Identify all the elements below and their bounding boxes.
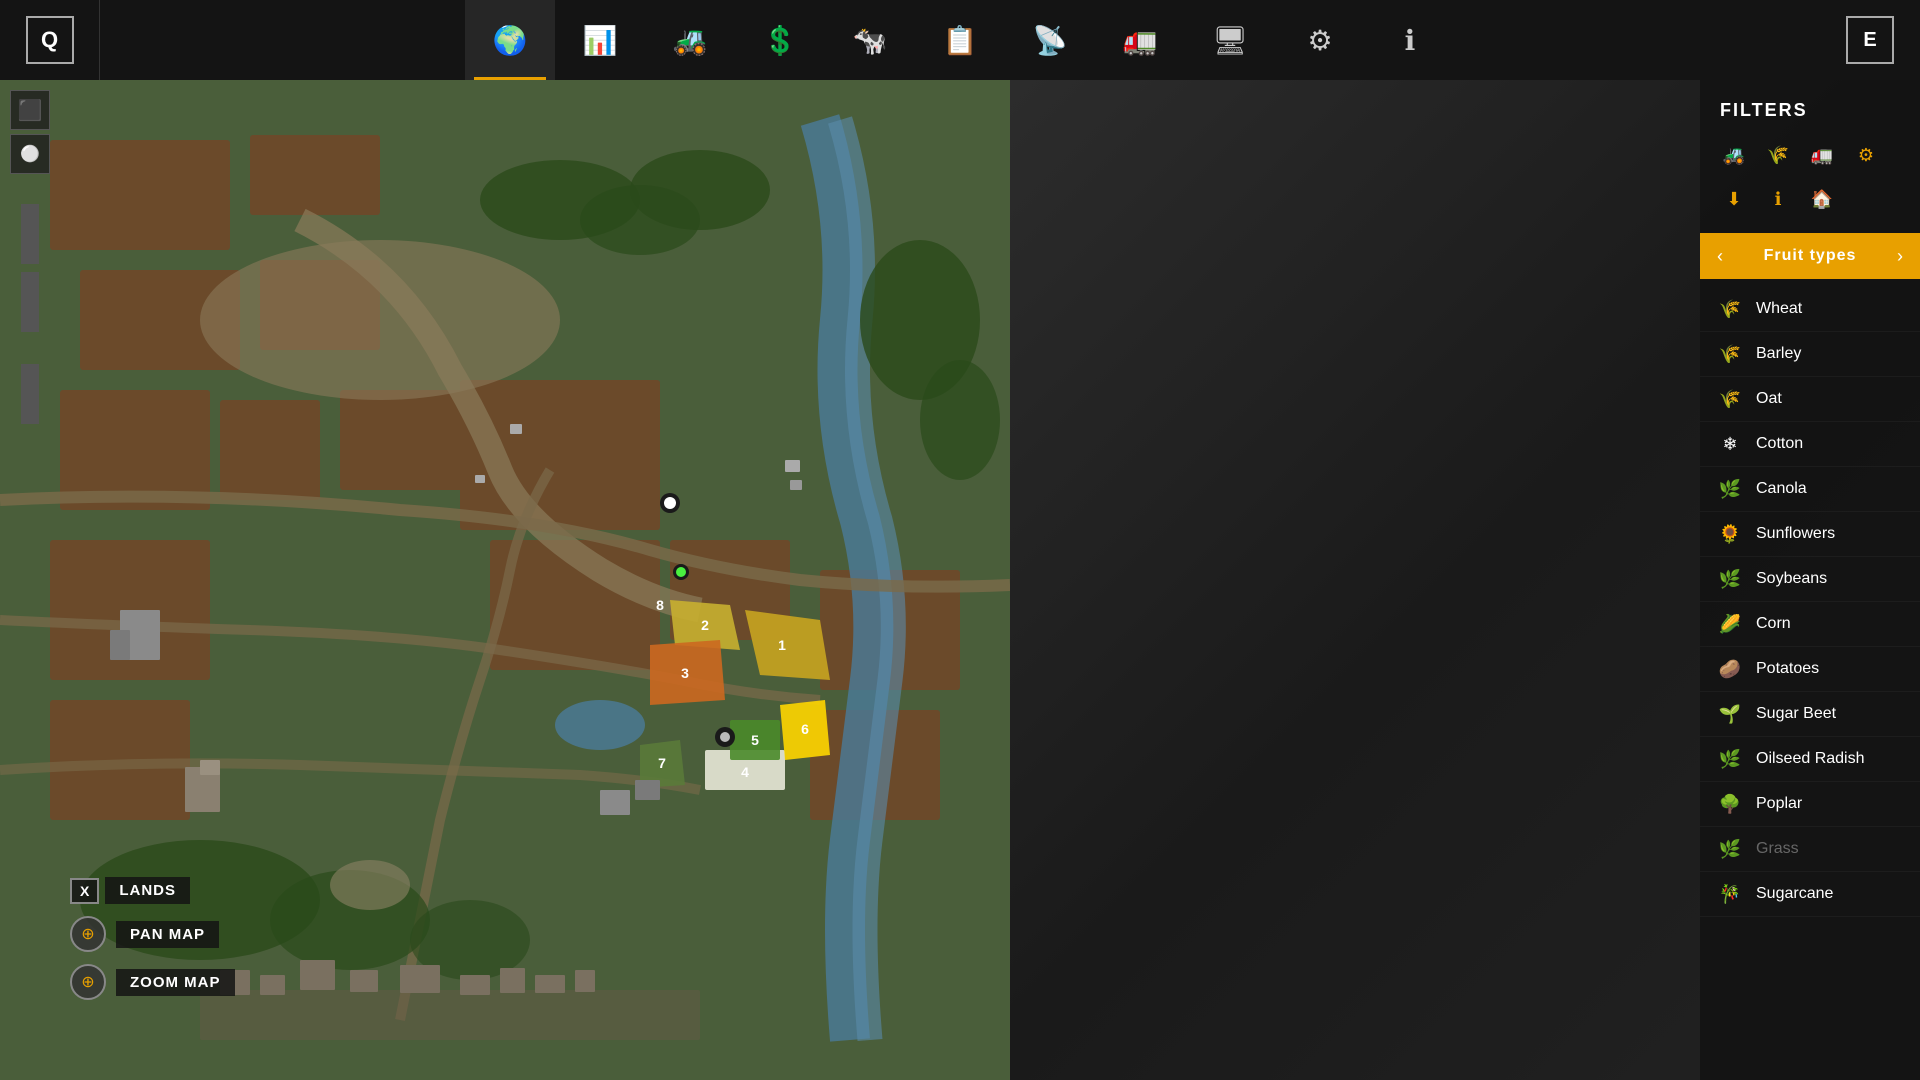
crop-item-poplar[interactable]: 🌳 Poplar: [1700, 782, 1920, 827]
crop-name-canola: Canola: [1756, 480, 1807, 498]
topbar: Q 🌍📊🚜💲🐄📋📡🚛🖥⚙ℹ E: [0, 0, 1920, 80]
crop-item-soybeans[interactable]: 🌿 Soybeans: [1700, 557, 1920, 602]
x-close-button[interactable]: X: [70, 878, 99, 904]
left-controls: ⬛ ⚪: [0, 80, 60, 426]
crop-name-potatoes: Potatoes: [1756, 660, 1819, 678]
crop-item-potatoes[interactable]: 🥔 Potatoes: [1700, 647, 1920, 692]
crop-icon-cotton: ❄: [1716, 430, 1744, 458]
tank-icon: ⚪: [10, 134, 50, 174]
harvester-filter-icon[interactable]: 🌾: [1760, 137, 1796, 173]
crop-icon-wheat: 🌾: [1716, 295, 1744, 323]
crop-item-cotton[interactable]: ❄ Cotton: [1700, 422, 1920, 467]
crop-icon-barley: 🌾: [1716, 340, 1744, 368]
crop-icon-poplar: 🌳: [1716, 790, 1744, 818]
bottom-left-controls: X LANDS ⊕ PAN MAP ⊕ ZOOM MAP: [70, 877, 235, 1000]
pan-map-label: PAN MAP: [116, 921, 219, 948]
pan-map-icon: ⊕: [70, 916, 106, 952]
truck-filter-icon[interactable]: 🚛: [1804, 137, 1840, 173]
chart-icon[interactable]: 📊: [555, 0, 645, 80]
topbar-center: 🌍📊🚜💲🐄📋📡🚛🖥⚙ℹ: [100, 0, 1820, 80]
crop-item-oilseed-radish[interactable]: 🌿 Oilseed Radish: [1700, 737, 1920, 782]
crop-item-sugar-beet[interactable]: 🌱 Sugar Beet: [1700, 692, 1920, 737]
crop-icon-oat: 🌾: [1716, 385, 1744, 413]
topbar-right: E: [1820, 0, 1920, 80]
crop-name-oilseed-radish: Oilseed Radish: [1756, 750, 1865, 768]
globe-icon[interactable]: 🌍: [465, 0, 555, 80]
crop-icon-canola: 🌿: [1716, 475, 1744, 503]
crop-icon-grass: 🌿: [1716, 835, 1744, 863]
crop-item-oat[interactable]: 🌾 Oat: [1700, 377, 1920, 422]
svg-text:7: 7: [658, 755, 666, 771]
crop-item-canola[interactable]: 🌿 Canola: [1700, 467, 1920, 512]
crop-name-soybeans: Soybeans: [1756, 570, 1827, 588]
zoom-map-label: ZOOM MAP: [116, 969, 235, 996]
vehicle-icon[interactable]: 🚛: [1095, 0, 1185, 80]
crop-item-grass[interactable]: 🌿 Grass: [1700, 827, 1920, 872]
svg-text:2: 2: [701, 617, 709, 633]
fruit-nav-prev[interactable]: ‹: [1700, 233, 1740, 279]
crop-name-sugar-beet: Sugar Beet: [1756, 705, 1836, 723]
filters-panel: FILTERS 🚜🌾🚛⚙⬇ℹ🏠 ‹ Fruit types › 🌾Wheat🌾B…: [1700, 80, 1920, 1080]
satellite-icon[interactable]: 📡: [1005, 0, 1095, 80]
e-button[interactable]: E: [1846, 16, 1894, 64]
cow-icon[interactable]: 🐄: [825, 0, 915, 80]
crop-name-corn: Corn: [1756, 615, 1791, 633]
q-button[interactable]: Q: [26, 16, 74, 64]
modules-icon[interactable]: ⚙: [1275, 0, 1365, 80]
info-filter-icon[interactable]: ℹ: [1760, 181, 1796, 217]
crop-name-grass: Grass: [1756, 840, 1799, 858]
svg-text:5: 5: [751, 732, 759, 748]
crop-item-sugarcane[interactable]: 🎋 Sugarcane: [1700, 872, 1920, 917]
fruit-type-nav: ‹ Fruit types ›: [1700, 233, 1920, 279]
crop-icon-sugarcane: 🎋: [1716, 880, 1744, 908]
tractor-icon[interactable]: 🚜: [645, 0, 735, 80]
download-filter-icon[interactable]: ⬇: [1716, 181, 1752, 217]
info-circle-icon[interactable]: ℹ: [1365, 0, 1455, 80]
silo-icon: ⬛: [10, 90, 50, 130]
zoom-map-icon: ⊕: [70, 964, 106, 1000]
crop-name-wheat: Wheat: [1756, 300, 1802, 318]
gear-filter-icon[interactable]: ⚙: [1848, 137, 1884, 173]
filter-icons-row: 🚜🌾🚛⚙ ⬇ℹ🏠: [1700, 137, 1920, 233]
crop-name-sunflowers: Sunflowers: [1756, 525, 1835, 543]
fruit-nav-label: Fruit types: [1740, 233, 1880, 279]
crop-item-wheat[interactable]: 🌾 Wheat: [1700, 287, 1920, 332]
zoom-map-control[interactable]: ⊕ ZOOM MAP: [70, 964, 235, 1000]
tractor-filter-icon[interactable]: 🚜: [1716, 137, 1752, 173]
crop-name-cotton: Cotton: [1756, 435, 1803, 453]
document-icon[interactable]: 📋: [915, 0, 1005, 80]
filters-title: FILTERS: [1700, 100, 1920, 137]
crop-name-poplar: Poplar: [1756, 795, 1802, 813]
bar-ctrl-2: [21, 272, 39, 332]
lands-label: LANDS: [105, 877, 190, 904]
house-filter-icon[interactable]: 🏠: [1804, 181, 1840, 217]
crop-icon-corn: 🌽: [1716, 610, 1744, 638]
crop-list: 🌾 Wheat 🌾 Barley 🌾 Oat ❄ Cotton 🌿 Canola 🌻 Sunflowe…: [1700, 287, 1920, 917]
crop-item-corn[interactable]: 🌽 Corn: [1700, 602, 1920, 647]
fruit-nav-next[interactable]: ›: [1880, 233, 1920, 279]
svg-text:1: 1: [778, 637, 786, 653]
crop-name-oat: Oat: [1756, 390, 1782, 408]
svg-text:6: 6: [801, 721, 809, 737]
svg-text:4: 4: [741, 764, 749, 780]
crop-item-barley[interactable]: 🌾 Barley: [1700, 332, 1920, 377]
crop-icon-potatoes: 🥔: [1716, 655, 1744, 683]
crop-item-sunflowers[interactable]: 🌻 Sunflowers: [1700, 512, 1920, 557]
crop-icon-soybeans: 🌿: [1716, 565, 1744, 593]
bar-ctrl-3: [21, 364, 39, 424]
dollar-icon[interactable]: 💲: [735, 0, 825, 80]
crop-icon-sugar-beet: 🌱: [1716, 700, 1744, 728]
svg-text:3: 3: [681, 665, 689, 681]
crop-name-sugarcane: Sugarcane: [1756, 885, 1833, 903]
crop-icon-sunflowers: 🌻: [1716, 520, 1744, 548]
crop-name-barley: Barley: [1756, 345, 1801, 363]
bar-ctrl-1: [21, 204, 39, 264]
crop-icon-oilseed-radish: 🌿: [1716, 745, 1744, 773]
pan-map-control[interactable]: ⊕ PAN MAP: [70, 916, 235, 952]
svg-text:8: 8: [656, 597, 664, 613]
topbar-left: Q: [0, 0, 100, 80]
lands-control[interactable]: X LANDS: [70, 877, 235, 904]
monitor-icon[interactable]: 🖥: [1185, 0, 1275, 80]
